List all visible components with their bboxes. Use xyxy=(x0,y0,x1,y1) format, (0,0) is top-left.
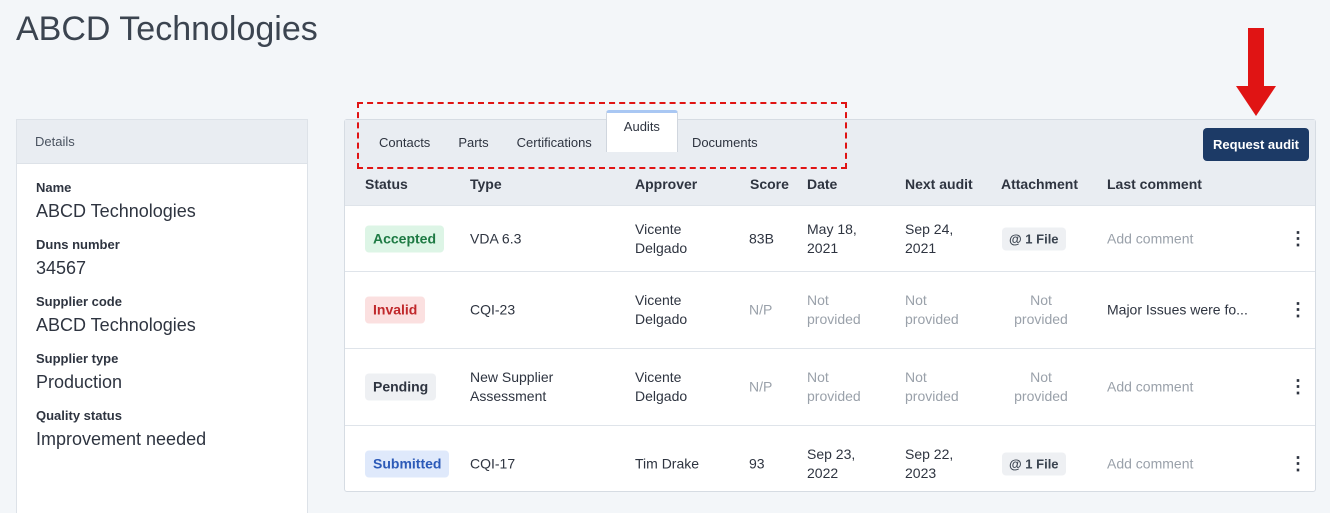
tab-label: Parts xyxy=(458,135,489,150)
date-cell: May 18, 2021 xyxy=(807,220,857,256)
last-comment-cell[interactable]: Major Issues were fo... xyxy=(1107,301,1248,320)
audits-table-body: Accepted VDA 6.3 Vicente Delgado 83B May… xyxy=(345,205,1315,502)
type-cell: VDA 6.3 xyxy=(470,230,522,246)
tab-certifications[interactable]: Certifications xyxy=(503,120,606,166)
date-cell: Not provided xyxy=(807,369,861,404)
tab-label: Certifications xyxy=(516,135,592,150)
attachment-icon: @ xyxy=(1009,456,1026,472)
field-supplier-type: Supplier type Production xyxy=(36,351,288,393)
add-comment-link[interactable]: Add comment xyxy=(1107,455,1193,474)
field-value: 34567 xyxy=(36,258,87,278)
table-row: Pending New Supplier Assessment Vicente … xyxy=(345,348,1315,425)
tab-label: Contacts xyxy=(379,135,431,150)
column-header-status[interactable]: Status xyxy=(365,176,408,192)
status-badge: Invalid xyxy=(365,296,426,324)
column-header-attachment[interactable]: Attachment xyxy=(1001,176,1078,192)
type-cell: CQI-17 xyxy=(470,455,516,472)
attachment-icon: @ xyxy=(1009,231,1026,246)
score-cell: N/P xyxy=(749,301,773,318)
annotation-arrow-icon xyxy=(1236,28,1276,116)
column-header-date[interactable]: Date xyxy=(807,176,837,192)
tab-label: Documents xyxy=(691,135,758,150)
tab-documents[interactable]: Documents xyxy=(678,120,772,166)
add-comment-link[interactable]: Add comment xyxy=(1107,378,1193,397)
next-audit-cell: Sep 22, 2023 xyxy=(905,446,954,481)
more-options-icon[interactable]: ⋮ xyxy=(1289,377,1307,398)
approver-cell: Vicente Delgado xyxy=(635,292,688,327)
approver-cell: Tim Drake xyxy=(635,455,700,472)
status-badge: Submitted xyxy=(365,450,450,478)
tab-bar: Contacts Parts Certifications Audits Doc… xyxy=(365,110,772,166)
approver-cell: Vicente Delgado xyxy=(635,220,688,256)
field-value: ABCD Technologies xyxy=(36,315,196,335)
table-row: Invalid CQI-23 Vicente Delgado N/P Not p… xyxy=(345,271,1315,348)
next-audit-cell: Sep 24, 2021 xyxy=(905,220,954,256)
attachment-label: 1 File xyxy=(1025,456,1059,472)
tab-label: Audits xyxy=(623,119,660,134)
field-label: Duns number xyxy=(36,237,120,252)
column-header-score[interactable]: Score xyxy=(750,176,789,192)
column-header-approver[interactable]: Approver xyxy=(635,176,697,192)
attachment-cell: Not provided xyxy=(1014,369,1068,404)
field-label: Supplier code xyxy=(36,294,122,309)
field-duns-number: Duns number 34567 xyxy=(36,237,288,279)
attachment-chip[interactable]: @ 1 File xyxy=(1002,227,1066,250)
attachment-cell: Not provided xyxy=(1014,292,1068,327)
field-label: Name xyxy=(36,180,72,195)
date-cell: Not provided xyxy=(807,292,861,327)
column-header-next-audit[interactable]: Next audit xyxy=(905,176,973,192)
table-row: Accepted VDA 6.3 Vicente Delgado 83B May… xyxy=(345,205,1315,271)
details-header: Details xyxy=(17,120,307,164)
attachment-chip[interactable]: @ 1 File xyxy=(1002,452,1066,476)
field-name: Name ABCD Technologies xyxy=(36,180,288,222)
status-badge: Accepted xyxy=(365,225,445,252)
request-audit-button[interactable]: Request audit xyxy=(1203,128,1309,161)
field-value: Production xyxy=(36,372,123,392)
approver-cell: Vicente Delgado xyxy=(635,369,688,404)
tab-contacts[interactable]: Contacts xyxy=(365,120,444,166)
table-row: Submitted CQI-17 Tim Drake 93 Sep 23, 20… xyxy=(345,425,1315,502)
attachment-label: 1 File xyxy=(1025,231,1059,246)
more-options-icon[interactable]: ⋮ xyxy=(1289,454,1307,475)
type-cell: New Supplier Assessment xyxy=(470,369,554,404)
field-value: ABCD Technologies xyxy=(36,201,196,221)
score-cell: 83B xyxy=(749,230,774,246)
details-card: Details Name ABCD Technologies Duns numb… xyxy=(16,119,308,513)
tab-audits[interactable]: Audits xyxy=(605,110,678,152)
field-quality-status: Quality status Improvement needed xyxy=(36,408,288,450)
column-header-last-comment[interactable]: Last comment xyxy=(1107,176,1202,192)
type-cell: CQI-23 xyxy=(470,301,516,318)
next-audit-cell: Not provided xyxy=(905,369,959,404)
score-cell: N/P xyxy=(749,378,773,395)
next-audit-cell: Not provided xyxy=(905,292,959,327)
tab-parts[interactable]: Parts xyxy=(444,120,502,166)
table-header: Status Type Approver Score Date Next aud… xyxy=(345,176,1315,204)
status-badge: Pending xyxy=(365,373,437,401)
date-cell: Sep 23, 2022 xyxy=(807,446,856,481)
field-value: Improvement needed xyxy=(36,429,207,449)
score-cell: 93 xyxy=(749,455,765,472)
page-title: ABCD Technologies xyxy=(16,10,318,48)
column-header-type[interactable]: Type xyxy=(470,176,502,192)
add-comment-link[interactable]: Add comment xyxy=(1107,229,1193,248)
field-supplier-code: Supplier code ABCD Technologies xyxy=(36,294,288,336)
more-options-icon[interactable]: ⋮ xyxy=(1289,300,1307,321)
audits-panel: Contacts Parts Certifications Audits Doc… xyxy=(344,102,1316,492)
field-label: Quality status xyxy=(36,408,122,423)
field-label: Supplier type xyxy=(36,351,119,366)
more-options-icon[interactable]: ⋮ xyxy=(1289,228,1307,249)
